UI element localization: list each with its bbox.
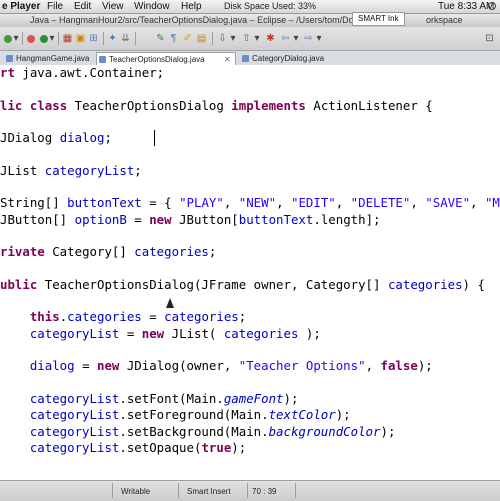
tab-hangman-game[interactable]: HangmanGame.java [4,52,94,65]
code-line: categoryList.setForeground(Main.textColo… [29,407,351,423]
status-divider [178,483,179,498]
show-whitespace-icon[interactable]: ¶ [168,33,179,44]
java-file-icon [99,56,106,63]
code-line: categoryList.setFont(Main.gameFont); [29,390,299,406]
code-line: String[] buttonText = { "PLAY", "NEW", "… [0,195,500,211]
window-title: Java – HangmanHour2/src/TeacherOptionsDi… [30,15,364,25]
run-icon[interactable] [40,35,48,43]
editor-tab-bar: HangmanGame.java TeacherOptionsDialog.ja… [0,51,500,66]
java-file-icon [242,55,249,62]
open-type-icon[interactable]: ⊞ [88,33,99,44]
new-dropdown-icon[interactable]: ▾ [13,33,19,44]
run-dropdown-icon[interactable]: ▾ [49,33,55,44]
clock[interactable]: Tue 8:33 AM [438,0,494,13]
java-file-icon [6,55,13,62]
menu-help[interactable]: Help [181,0,202,13]
previous-annotation-dropdown-icon[interactable]: ▾ [254,33,260,44]
mark-occurrences-icon[interactable]: ✎ [155,33,166,44]
menu-view[interactable]: View [102,0,124,13]
menu-file[interactable]: File [47,0,63,13]
tab-label: HangmanGame.java [16,54,90,63]
forward-dropdown-icon[interactable]: ▾ [316,33,322,44]
status-divider [247,483,248,498]
smart-ink-tab[interactable]: SMART Ink [352,12,405,26]
code-line: lic class TeacherOptionsDialog implement… [0,97,433,113]
code-line: categoryList = new JList( categories ); [29,325,321,341]
code-line: ublic TeacherOptionsDialog(JFrame owner,… [0,276,485,292]
toggle-block-icon[interactable]: ▤ [196,33,207,44]
code-line: dialog = new JDialog(owner, "Teacher Opt… [29,358,433,374]
code-line: JButton[] optionB = new JButton[buttonTe… [0,211,381,227]
app-menu-name[interactable]: e Player [2,0,40,13]
menu-bar: e Player File Edit View Window Help Disk… [0,0,500,14]
code-editor[interactable]: rt java.awt.Container; lic class TeacherO… [0,65,500,478]
tab-teacher-options-dialog[interactable]: TeacherOptionsDialog.java ✕ [96,52,236,65]
toolbar-separator [103,32,104,45]
back-icon[interactable]: ⇦ [280,33,291,44]
status-divider [112,483,113,498]
tab-label: TeacherOptionsDialog.java [109,55,205,64]
toolbar-separator [58,32,59,45]
toolbar: ▾ ▾ ▦ ▣ ⊞ ✦ ⇊ ✎ ¶ ✐ ▤ ⇩ ▾ ⇧ ▾ ✱ ⇦ ▾ ⇨ ▾ … [0,27,500,51]
code-line: categoryList.setOpaque(true); [29,439,247,455]
annotation-icon[interactable]: ⇊ [120,33,131,44]
toolbar-separator [22,32,23,45]
mouse-pointer [166,298,174,308]
disk-space-indicator[interactable]: Disk Space Used: 33% [224,0,316,13]
back-dropdown-icon[interactable]: ▾ [293,33,299,44]
code-text: rt java.awt.Container; lic class TeacherO… [0,65,500,456]
status-cursor-position: 70 : 39 [252,487,277,496]
code-line: categoryList.setBackground(Main.backgrou… [29,423,396,439]
new-icon[interactable] [4,35,12,43]
status-bar: Writable Smart Insert 70 : 39 [0,480,500,501]
text-cursor [154,130,155,146]
code-line: this.categories = categories; [29,309,247,325]
menu-window[interactable]: Window [134,0,170,13]
window-title-tail: orkspace [426,15,463,25]
new-package-icon[interactable]: ▣ [75,33,86,44]
code-line: rivate Category[] categories; [0,244,217,260]
status-divider [295,483,296,498]
status-insert-mode: Smart Insert [187,487,231,496]
search-icon[interactable]: ✦ [107,33,118,44]
debug-icon[interactable] [27,35,35,43]
spotlight-search-icon[interactable] [488,2,496,10]
status-writable: Writable [121,487,151,496]
next-annotation-icon[interactable]: ⇩ [217,33,228,44]
previous-annotation-icon[interactable]: ⇧ [241,33,252,44]
tab-label: CategoryDialog.java [252,54,325,63]
toolbar-separator [135,32,136,45]
last-edit-icon[interactable]: ✱ [265,33,276,44]
new-class-icon[interactable]: ▦ [62,33,73,44]
code-line: JList categoryList; [0,162,142,178]
code-line: JDialog dialog; [0,130,112,146]
toolbar-separator [212,32,213,45]
tab-category-dialog[interactable]: CategoryDialog.java [240,52,340,65]
forward-icon[interactable]: ⇨ [303,33,314,44]
open-perspective-icon[interactable]: ⊡ [484,33,495,44]
code-line: rt java.awt.Container; [0,65,165,80]
highlight-icon[interactable]: ✐ [182,33,193,44]
menu-edit[interactable]: Edit [74,0,91,13]
next-annotation-dropdown-icon[interactable]: ▾ [230,33,236,44]
window-title-bar: Java – HangmanHour2/src/TeacherOptionsDi… [0,14,500,27]
